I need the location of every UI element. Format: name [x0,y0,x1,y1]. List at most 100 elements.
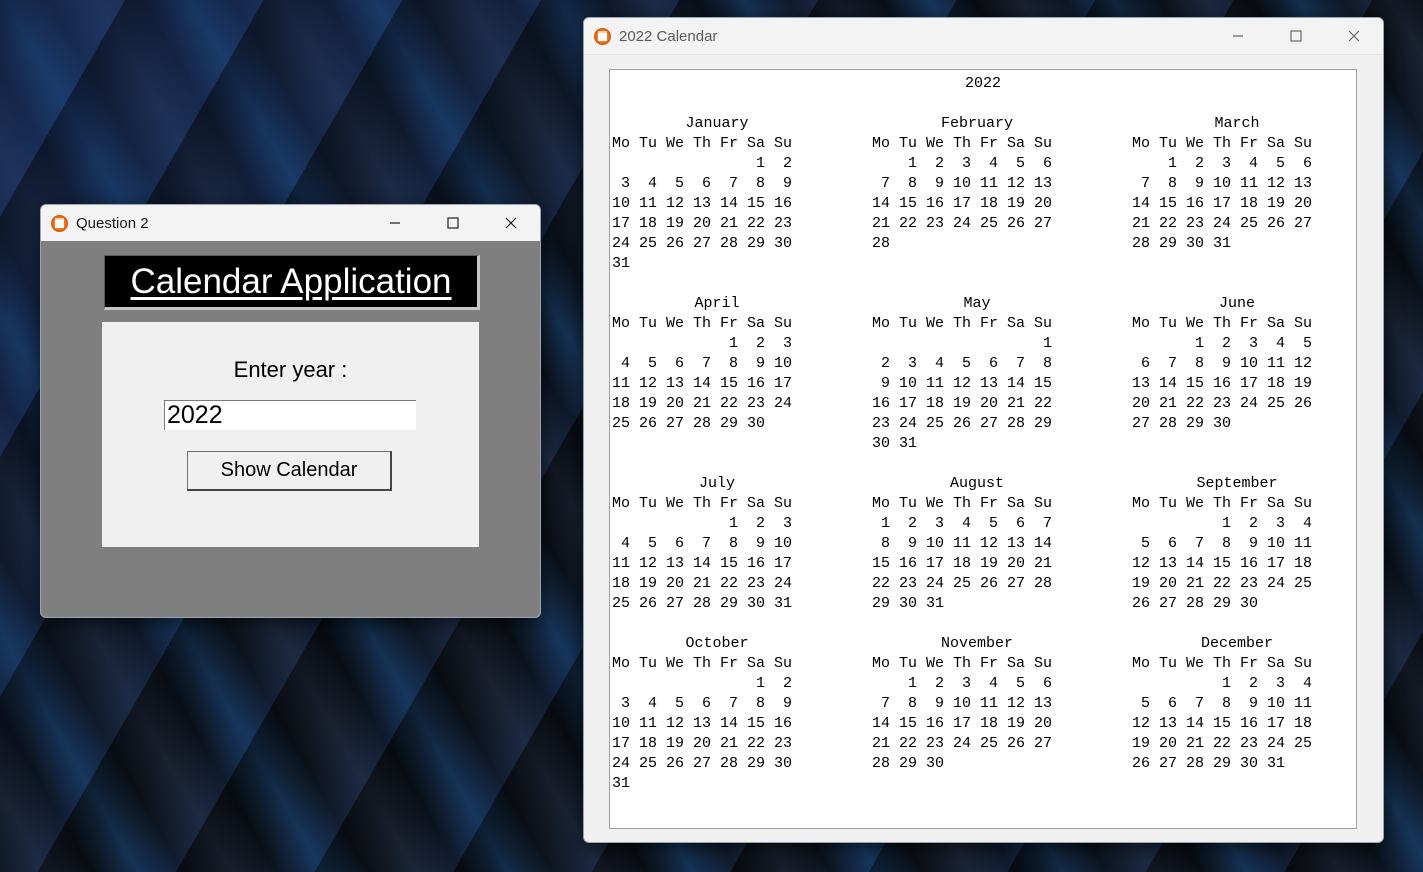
month-block: April Mo Tu We Th Fr Sa Su 1 2 3 4 5 6 7 … [612,294,822,434]
week-row: 1 2 3 [612,335,793,352]
week-row: 31 [612,255,631,272]
week-row: 17 18 19 20 21 22 23 [612,215,793,232]
month-name: December [1200,635,1273,652]
week-row: 28 [872,235,891,252]
year-label: Enter year : [233,357,348,382]
calendar-text-area[interactable]: 2022 January Mo Tu We Th Fr Sa Su 1 2 3 4… [609,69,1357,829]
week-row: 1 2 3 4 [1132,515,1313,532]
month-name: July [698,475,735,492]
week-row: 14 15 16 17 18 19 20 [872,715,1053,732]
week-row: 18 19 20 21 22 23 24 [612,395,793,412]
question-titlebar[interactable]: Question 2 [41,205,540,241]
week-row: 27 28 29 30 [1132,415,1232,432]
weekday-header: Mo Tu We Th Fr Sa Su [612,495,793,512]
week-row: 23 24 25 26 27 28 29 [872,415,1053,432]
week-row: 21 22 23 24 25 26 27 [872,735,1053,752]
week-row: 12 13 14 15 16 17 18 [1132,715,1313,732]
minimize-button[interactable] [366,205,424,241]
window-title: 2022 Calendar [619,27,718,45]
close-button[interactable] [1325,18,1383,54]
weekday-header: Mo Tu We Th Fr Sa Su [872,655,1053,672]
weekday-header: Mo Tu We Th Fr Sa Su [612,315,793,332]
month-name: June [1218,295,1255,312]
month-name: March [1214,115,1260,132]
month-block: January Mo Tu We Th Fr Sa Su 1 2 3 4 5 6 … [612,114,822,274]
week-row: 16 17 18 19 20 21 22 [872,395,1053,412]
year-input[interactable] [164,400,416,430]
month-block: July Mo Tu We Th Fr Sa Su 1 2 3 4 5 6 7 8… [612,474,822,614]
month-block: June Mo Tu We Th Fr Sa Su 1 2 3 4 5 6 7 8… [1132,294,1342,434]
week-row: 11 12 13 14 15 16 17 [612,375,793,392]
week-row: 3 4 5 6 7 8 9 [612,175,793,192]
weekday-header: Mo Tu We Th Fr Sa Su [612,655,793,672]
week-row: 4 5 6 7 8 9 10 [612,535,793,552]
week-row: 13 14 15 16 17 18 19 [1132,375,1313,392]
heading-banner: Calendar Application [104,255,480,310]
window-title: Question 2 [76,214,149,232]
calendar-titlebar[interactable]: 2022 Calendar [584,18,1383,55]
weekday-header: Mo Tu We Th Fr Sa Su [872,135,1053,152]
month-name: February [940,115,1013,132]
question-window: Question 2 Calendar Application Enter ye… [40,204,541,618]
week-row: 1 2 3 4 [1132,675,1313,692]
maximize-icon [447,217,459,229]
close-button[interactable] [482,205,540,241]
week-row: 22 23 24 25 26 27 28 [872,575,1053,592]
show-calendar-button[interactable]: Show Calendar [187,451,392,491]
minimize-icon [1233,35,1243,37]
calendar-window: 2022 Calendar 2022 January Mo Tu We Th Fr… [583,17,1384,843]
week-row: 24 25 26 27 28 29 30 [612,755,793,772]
weekday-header: Mo Tu We Th Fr Sa Su [1132,135,1313,152]
week-row: 21 22 23 24 25 26 27 [1132,215,1313,232]
week-row: 7 8 9 10 11 12 13 [872,175,1053,192]
week-row: 12 13 14 15 16 17 18 [1132,555,1313,572]
week-row: 19 20 21 22 23 24 25 [1132,575,1313,592]
year-heading: 2022 [964,75,1001,92]
week-row: 1 2 3 4 5 [1132,335,1313,352]
week-row: 14 15 16 17 18 19 20 [1132,195,1313,212]
week-row: 10 11 12 13 14 15 16 [612,195,793,212]
week-row: 29 30 31 [872,595,945,612]
weekday-header: Mo Tu We Th Fr Sa Su [1132,495,1313,512]
week-row: 8 9 10 11 12 13 14 [872,535,1053,552]
month-block: March Mo Tu We Th Fr Sa Su 1 2 3 4 5 6 7 … [1132,114,1342,254]
month-block: November Mo Tu We Th Fr Sa Su 1 2 3 4 5 6… [872,634,1082,774]
question-body: Calendar Application Enter year : Show C… [41,241,540,617]
week-row: 15 16 17 18 19 20 21 [872,555,1053,572]
close-icon [505,217,517,229]
maximize-button[interactable] [1267,18,1325,54]
week-row: 28 29 30 [872,755,945,772]
week-row: 25 26 27 28 29 30 31 [612,595,793,612]
month-name: October [685,635,749,652]
week-row: 7 8 9 10 11 12 13 [872,695,1053,712]
week-row: 3 4 5 6 7 8 9 [612,695,793,712]
app-calendar-icon [51,214,68,232]
week-row: 1 2 [612,675,793,692]
weekday-header: Mo Tu We Th Fr Sa Su [1132,655,1313,672]
week-row: 26 27 28 29 30 31 [1132,755,1286,772]
week-row: 1 2 3 4 5 6 7 [872,515,1053,532]
minimize-icon [390,222,400,224]
week-row: 4 5 6 7 8 9 10 [612,355,793,372]
month-block: August Mo Tu We Th Fr Sa Su 1 2 3 4 5 6 7… [872,474,1082,614]
month-block: October Mo Tu We Th Fr Sa Su 1 2 3 4 5 6 … [612,634,822,794]
week-row: 6 7 8 9 10 11 12 [1132,355,1313,372]
week-row: 18 19 20 21 22 23 24 [612,575,793,592]
maximize-button[interactable] [424,205,482,241]
week-row: 1 2 3 [612,515,793,532]
maximize-icon [1290,30,1302,42]
weekday-header: Mo Tu We Th Fr Sa Su [872,315,1053,332]
weekday-header: Mo Tu We Th Fr Sa Su [1132,315,1313,332]
week-row: 7 8 9 10 11 12 13 [1132,175,1313,192]
week-row: 5 6 7 8 9 10 11 [1132,535,1313,552]
week-row: 1 [872,335,1053,352]
week-row: 28 29 30 31 [1132,235,1232,252]
app-calendar-icon [594,27,611,45]
week-row: 1 2 3 4 5 6 [1132,155,1313,172]
month-name: April [694,295,740,312]
month-name: May [963,295,991,312]
minimize-button[interactable] [1209,18,1267,54]
month-name: September [1196,475,1278,492]
week-row: 9 10 11 12 13 14 15 [872,375,1053,392]
week-row: 26 27 28 29 30 [1132,595,1259,612]
